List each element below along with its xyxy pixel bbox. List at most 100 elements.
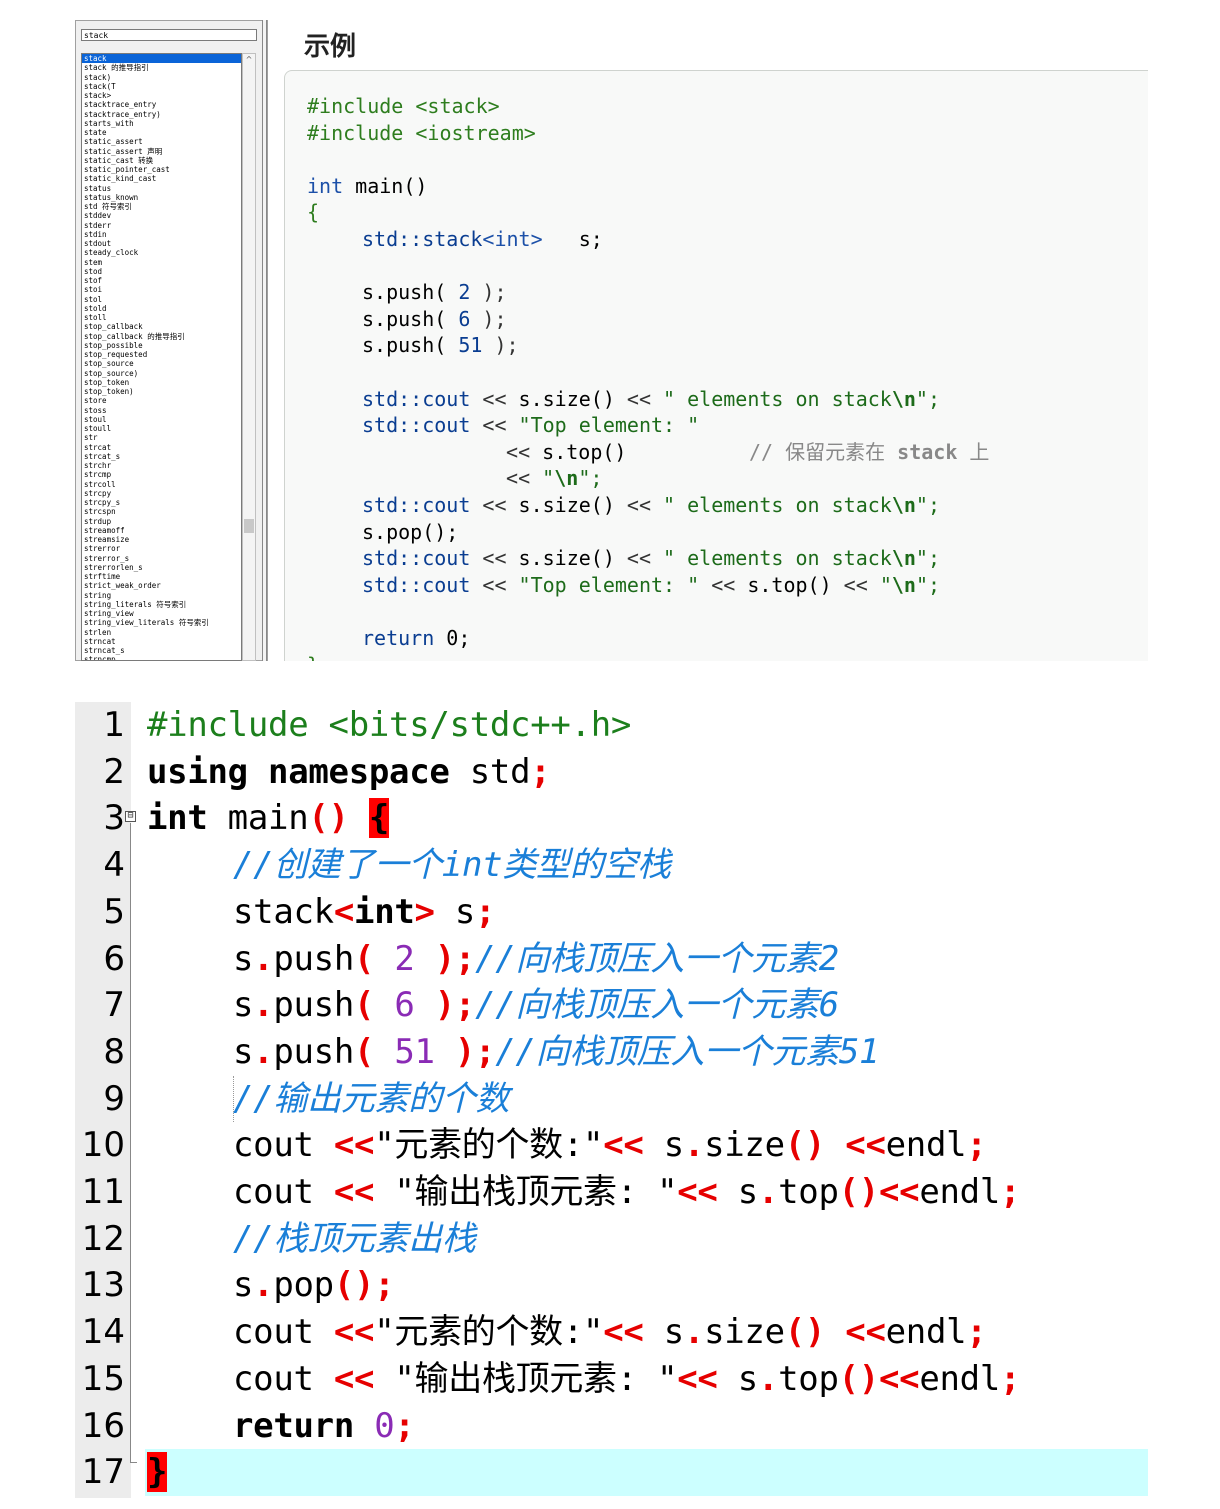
index-list-item[interactable]: strncat_s xyxy=(82,646,241,655)
index-list-item[interactable]: strcspn xyxy=(82,507,241,516)
index-list-item[interactable]: string xyxy=(82,591,241,600)
index-list-item[interactable]: stop_callback xyxy=(82,322,241,331)
index-list-item[interactable]: strcmp xyxy=(82,470,241,479)
code-line-15[interactable]: cout << "输出栈顶元素: "<< s.top()<<endl; xyxy=(233,1356,1020,1403)
index-list-item[interactable]: strcat xyxy=(82,443,241,452)
index-list-item[interactable]: stod xyxy=(82,267,241,276)
index-list-item[interactable]: stop_possible xyxy=(82,341,241,350)
index-list-item[interactable]: stack(T xyxy=(82,82,241,91)
index-list-item[interactable]: strerrorlen_s xyxy=(82,563,241,572)
index-list-item[interactable]: stacktrace_entry) xyxy=(82,110,241,119)
index-list-item[interactable]: streamsize xyxy=(82,535,241,544)
index-list-item[interactable]: streamoff xyxy=(82,526,241,535)
index-list-item[interactable]: stol xyxy=(82,295,241,304)
line-number: 13 xyxy=(81,1265,125,1306)
index-list-item[interactable]: stddev xyxy=(82,211,241,220)
index-list-item[interactable]: stoll xyxy=(82,313,241,322)
index-list-item[interactable]: string_literals 符号索引 xyxy=(82,600,241,609)
index-list-item[interactable]: stop_requested xyxy=(82,350,241,359)
index-list-item[interactable]: static_cast 转换 xyxy=(82,156,241,165)
index-list-item[interactable]: stop_source) xyxy=(82,369,241,378)
index-scrollbar[interactable]: ^ xyxy=(242,53,256,661)
index-list-item[interactable]: strncat xyxy=(82,637,241,646)
code-line-14[interactable]: cout <<"元素的个数:"<< s.size() <<endl; xyxy=(233,1309,987,1356)
index-list-item[interactable]: stof xyxy=(82,276,241,285)
code-line-3[interactable]: int main() { xyxy=(147,795,389,842)
code-line-2[interactable]: using namespace std; xyxy=(147,749,551,796)
line-number-gutter: 1 2 3 4 5 6 7 8 9 10 11 12 13 14 15 16 17 xyxy=(75,702,131,1498)
index-list-item[interactable]: static_assert xyxy=(82,137,241,146)
code-line-16[interactable]: return 0; xyxy=(233,1403,415,1450)
index-list-item[interactable]: stop_callback 的推导指引 xyxy=(82,332,241,341)
scroll-thumb[interactable] xyxy=(244,519,254,533)
index-list-item[interactable]: stacktrace_entry xyxy=(82,100,241,109)
code-line-5[interactable]: stack<int> s; xyxy=(233,889,496,936)
index-list-item[interactable]: status xyxy=(82,184,241,193)
code-line-8[interactable]: s.push( 51 );//向栈顶压入一个元素51 xyxy=(233,1029,880,1076)
index-list-item[interactable]: strftime xyxy=(82,572,241,581)
code-line-10[interactable]: cout <<"元素的个数:"<< s.size() <<endl; xyxy=(233,1122,987,1169)
index-list-item[interactable]: strict_weak_order xyxy=(82,581,241,590)
index-list-item[interactable]: stoi xyxy=(82,285,241,294)
index-list-item[interactable]: strcpy xyxy=(82,489,241,498)
index-list-item[interactable]: stoul xyxy=(82,415,241,424)
code-editor[interactable]: 1 2 3 4 5 6 7 8 9 10 11 12 13 14 15 16 17 ⊟ #include <bi… xyxy=(75,702,1148,1498)
code-line-6[interactable]: s.push( 2 );//向栈顶压入一个元素2 xyxy=(233,936,839,983)
index-list-item[interactable]: stdout xyxy=(82,239,241,248)
index-list-item[interactable]: stop_token) xyxy=(82,387,241,396)
index-list-item[interactable]: strerror_s xyxy=(82,554,241,563)
index-list-item[interactable]: stem xyxy=(82,258,241,267)
index-list-item[interactable]: str xyxy=(82,433,241,442)
index-list-item[interactable]: string_view_literals 符号索引 xyxy=(82,618,241,627)
line-number: 2 xyxy=(103,751,125,792)
line-number: 6 xyxy=(103,938,125,979)
index-list-item[interactable]: strcoll xyxy=(82,480,241,489)
index-list-item[interactable]: stop_token xyxy=(82,378,241,387)
index-list-item[interactable]: stack 的推导指引 xyxy=(82,63,241,72)
index-list-item[interactable]: strerror xyxy=(82,544,241,553)
code-line-4[interactable]: //创建了一个int类型的空栈 xyxy=(233,842,671,889)
index-list-item[interactable]: stoull xyxy=(82,424,241,433)
index-list[interactable]: stack stack 的推导指引 stack) stack(T stack> stack… xyxy=(81,53,242,661)
code-line: s.push( 2 ); xyxy=(362,280,507,305)
index-list-item[interactable]: static_pointer_cast xyxy=(82,165,241,174)
code-line-9[interactable]: //输出元素的个数 xyxy=(233,1076,510,1123)
index-list-item[interactable]: stoss xyxy=(82,406,241,415)
index-list-item[interactable]: stop_source xyxy=(82,359,241,368)
index-list-item[interactable]: starts_with xyxy=(82,119,241,128)
index-list-item[interactable]: strcpy_s xyxy=(82,498,241,507)
panel-splitter[interactable] xyxy=(262,20,267,661)
index-list-item[interactable]: stold xyxy=(82,304,241,313)
index-list-item[interactable]: stack xyxy=(82,54,241,64)
index-list-item[interactable]: strdup xyxy=(82,517,241,526)
index-list-item[interactable]: strcat_s xyxy=(82,452,241,461)
index-list-item[interactable]: string_view xyxy=(82,609,241,618)
line-number: 4 xyxy=(103,845,125,886)
code-line: #include <iostream> xyxy=(307,120,536,145)
index-list-item[interactable]: store xyxy=(82,396,241,405)
index-search-input[interactable] xyxy=(81,29,257,41)
example-code-box: #include <stack> #include <iostream> int… xyxy=(284,70,1148,661)
index-list-item[interactable]: stderr xyxy=(82,221,241,230)
index-list-item[interactable]: static_assert 声明 xyxy=(82,147,241,156)
index-list-item[interactable]: state xyxy=(82,128,241,137)
index-list-item[interactable]: strncmp xyxy=(82,655,241,660)
code-line-12[interactable]: //栈顶元素出栈 xyxy=(233,1216,476,1263)
code-line-1[interactable]: #include <bits/stdc++.h> xyxy=(147,702,631,749)
index-list-item[interactable]: stdin xyxy=(82,230,241,239)
scroll-up-arrow-icon[interactable]: ^ xyxy=(243,54,255,66)
index-list-item[interactable]: stack> xyxy=(82,91,241,100)
code-line-11[interactable]: cout << "输出栈顶元素: "<< s.top()<<endl; xyxy=(233,1169,1020,1216)
index-list-item[interactable]: stack) xyxy=(82,73,241,82)
index-list-item[interactable]: steady_clock xyxy=(82,248,241,257)
index-list-item[interactable]: std 符号索引 xyxy=(82,202,241,211)
index-list-item[interactable]: static_kind_cast xyxy=(82,174,241,183)
fold-toggle-icon[interactable]: ⊟ xyxy=(125,811,136,822)
index-list-item[interactable]: strchr xyxy=(82,461,241,470)
matched-brace-close: } xyxy=(147,1452,168,1493)
code-line-13[interactable]: s.pop(); xyxy=(233,1262,395,1309)
code-line-17[interactable]: } xyxy=(147,1449,167,1496)
index-list-item[interactable]: status_known xyxy=(82,193,241,202)
code-line-7[interactable]: s.push( 6 );//向栈顶压入一个元素6 xyxy=(233,982,839,1029)
index-list-item[interactable]: strlen xyxy=(82,628,241,637)
